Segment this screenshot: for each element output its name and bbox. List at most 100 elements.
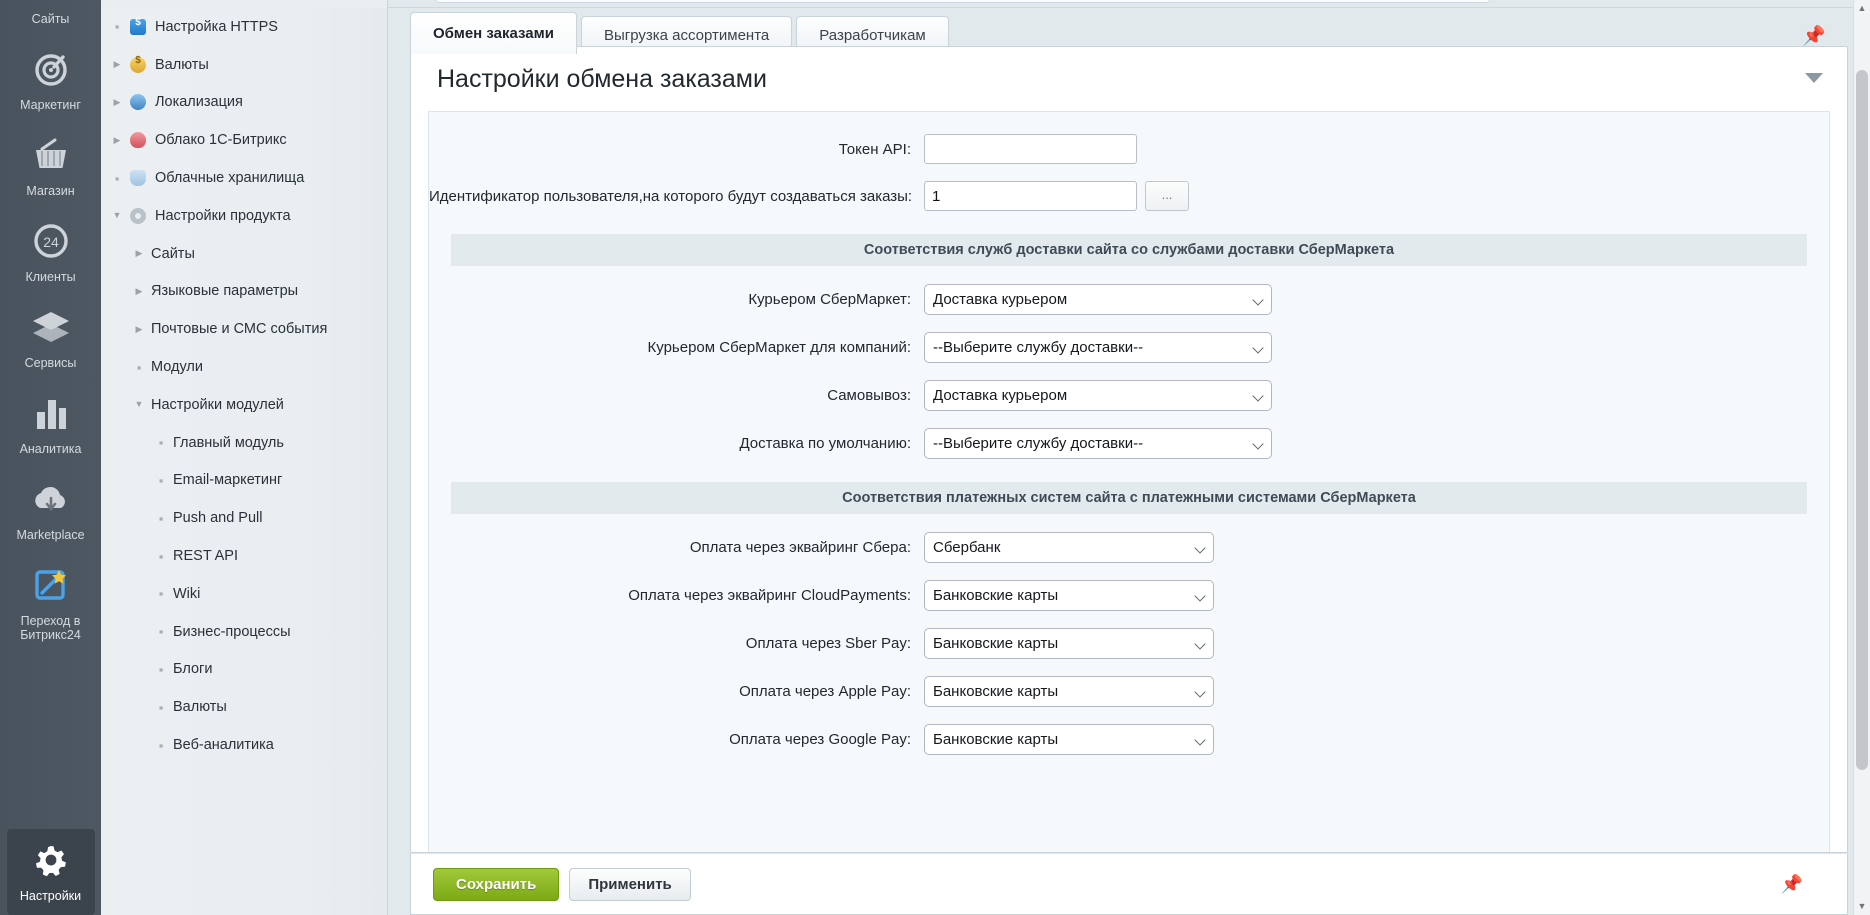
bullet-icon[interactable]: ▪ (153, 587, 169, 600)
chevron-right-icon[interactable]: ▶ (109, 136, 125, 145)
currency-coin-icon (125, 57, 151, 73)
panel-header: Настройки обмена заказами (411, 47, 1847, 111)
payment-select[interactable]: СбербанкБанковские карты (924, 628, 1214, 659)
tree-item-2[interactable]: ▶ Валюты (101, 46, 387, 84)
rail-item-services[interactable]: Сервисы (0, 296, 101, 382)
delivery-label: Курьером СберМаркет: (429, 291, 924, 308)
delivery-label: Курьером СберМаркет для компаний: (429, 339, 924, 356)
rail-item-marketing[interactable]: Маркетинг (0, 38, 101, 124)
rail-item-analytics[interactable]: Аналитика (0, 382, 101, 468)
tree-item-16[interactable]: ▪Wiki (101, 575, 387, 613)
chevron-down-icon[interactable]: ▼ (109, 211, 125, 220)
tree-item-label: Wiki (169, 586, 200, 602)
rail-item-marketplace[interactable]: Marketplace (0, 468, 101, 554)
rail-item-sites[interactable]: Сайты (0, 0, 101, 38)
bullet-icon[interactable]: ▪ (153, 701, 169, 714)
payment-row-2: Оплата через эквайринг CloudPayments:Сбе… (429, 572, 1829, 620)
bullet-icon[interactable]: ▪ (153, 663, 169, 676)
tree-item-13[interactable]: ▪Email-маркетинг (101, 462, 387, 500)
tree-item-label: Настройки продукта (151, 208, 291, 224)
tree-item-12[interactable]: ▪Главный модуль (101, 424, 387, 462)
rail-item-shop[interactable]: Магазин (0, 124, 101, 210)
tree-item-6[interactable]: ▼ Настройки продукта (101, 197, 387, 235)
bullet-icon[interactable]: ▪ (153, 512, 169, 525)
tree-item-3[interactable]: ▶Локализация (101, 84, 387, 122)
tree-item-15[interactable]: ▪REST API (101, 537, 387, 575)
delivery-label: Доставка по умолчанию: (429, 435, 924, 452)
user-browse-button[interactable]: ... (1145, 181, 1189, 211)
chevron-down-icon[interactable]: ▼ (131, 400, 147, 409)
app-window: Сайты Маркетинг Магазин 24 Клиенты Серви… (0, 0, 1870, 915)
delivery-select[interactable]: --Выберите службу доставки--Доставка кур… (924, 332, 1272, 363)
top-partial-strip (388, 0, 1870, 8)
token-input[interactable] (924, 134, 1137, 164)
tree-item-11[interactable]: ▼Настройки модулей (101, 386, 387, 424)
delivery-section-header: Соответствия служб доставки сайта со слу… (451, 234, 1807, 266)
tree-item-18[interactable]: ▪Блоги (101, 651, 387, 689)
chevron-right-icon[interactable]: ▶ (109, 98, 125, 107)
scroll-up-button[interactable]: ▲ (1854, 0, 1870, 17)
bullet-icon[interactable]: ▪ (153, 474, 169, 487)
tree-item-8[interactable]: ▶Языковые параметры (101, 273, 387, 311)
tab-order-exchange[interactable]: Обмен заказами (410, 12, 577, 54)
chevron-right-icon[interactable]: ▶ (131, 325, 147, 334)
rail-item-clients[interactable]: 24 Клиенты (0, 210, 101, 296)
tree-item-label: Валюты (151, 57, 209, 73)
bullet-icon[interactable]: ▪ (153, 550, 169, 563)
pin-icon-bottom[interactable]: 📌 (1781, 875, 1803, 893)
tree-item-label: Облачные хранилища (151, 170, 304, 186)
https-lock-icon (125, 19, 151, 35)
delivery-select[interactable]: --Выберите службу доставки--Доставка кур… (924, 428, 1272, 459)
tree-item-20[interactable]: ▪Веб-аналитика (101, 726, 387, 764)
chevron-right-icon[interactable]: ▶ (131, 249, 147, 258)
page-scrollbar[interactable]: ▲ ▼ (1853, 0, 1870, 915)
tree-item-10[interactable]: ▪Модули (101, 348, 387, 386)
scrollbar-thumb[interactable] (1856, 70, 1868, 770)
tree-item-5[interactable]: ▪ Облачные хранилища (101, 159, 387, 197)
chevron-down-icon[interactable] (1805, 73, 1823, 83)
tree-item-1[interactable]: ▪Настройка HTTPS (101, 8, 387, 46)
apply-button[interactable]: Применить (569, 868, 690, 901)
bullet-icon[interactable]: ▪ (153, 436, 169, 449)
payment-section-header: Соответствия платежных систем сайта с пл… (451, 482, 1807, 514)
chevron-right-icon[interactable]: ▶ (131, 287, 147, 296)
tree-item-14[interactable]: ▪Push and Pull (101, 499, 387, 537)
tree-item-4[interactable]: ▶Облако 1С-Битрикс (101, 121, 387, 159)
rail-item-settings[interactable]: Настройки (7, 829, 95, 915)
tree-rows-container: ▪Настройка HTTPS▶Валюты▶Локализация▶Обла… (101, 8, 387, 764)
tree-item-19[interactable]: ▪Валюты (101, 688, 387, 726)
bullet-icon[interactable]: ▪ (109, 20, 125, 33)
delivery-control: --Выберите службу доставки--Доставка кур… (924, 428, 1272, 459)
save-button[interactable]: Сохранить (433, 868, 559, 901)
rail-item-label: Аналитика (2, 442, 99, 456)
payment-select[interactable]: СбербанкБанковские карты (924, 676, 1214, 707)
delivery-row-4: Доставка по умолчанию:--Выберите службу … (429, 420, 1829, 468)
cloud-storage-icon (125, 170, 151, 186)
payment-rows-container: Оплата через эквайринг Сбера:СбербанкБан… (429, 524, 1829, 764)
user-id-input[interactable] (924, 181, 1137, 211)
tree-item-17[interactable]: ▪Бизнес-процессы (101, 613, 387, 651)
payment-select[interactable]: СбербанкБанковские карты (924, 580, 1214, 611)
scroll-down-button[interactable]: ▼ (1854, 898, 1870, 915)
payment-select[interactable]: СбербанкБанковские карты (924, 532, 1214, 563)
pin-icon-top[interactable]: 📌 (1802, 27, 1826, 46)
tree-item-9[interactable]: ▶Почтовые и СМС события (101, 310, 387, 348)
tree-item-label: Модули (147, 359, 203, 375)
tree-item-label: REST API (169, 548, 238, 564)
page-title: Настройки обмена заказами (437, 65, 767, 94)
payment-select[interactable]: СбербанкБанковские карты (924, 724, 1214, 755)
delivery-select[interactable]: --Выберите службу доставки--Доставка кур… (924, 284, 1272, 315)
tree-item-7[interactable]: ▶Сайты (101, 235, 387, 273)
delivery-select[interactable]: --Выберите службу доставки--Доставка кур… (924, 380, 1272, 411)
bullet-icon[interactable]: ▪ (153, 739, 169, 752)
rail-item-bitrix24[interactable]: Переход в Битрикс24 (0, 554, 101, 654)
delivery-control: --Выберите службу доставки--Доставка кур… (924, 380, 1272, 411)
bullet-icon[interactable]: ▪ (153, 625, 169, 638)
payment-control: СбербанкБанковские карты (924, 628, 1214, 659)
payment-label: Оплата через Sber Pay: (429, 635, 924, 652)
bullet-icon[interactable]: ▪ (131, 361, 147, 374)
settings-tree-sidebar: ▪Настройка HTTPS▶Валюты▶Локализация▶Обла… (101, 0, 388, 915)
bullet-icon[interactable]: ▪ (109, 172, 125, 185)
token-label: Токен API: (429, 141, 924, 158)
chevron-right-icon[interactable]: ▶ (109, 60, 125, 69)
